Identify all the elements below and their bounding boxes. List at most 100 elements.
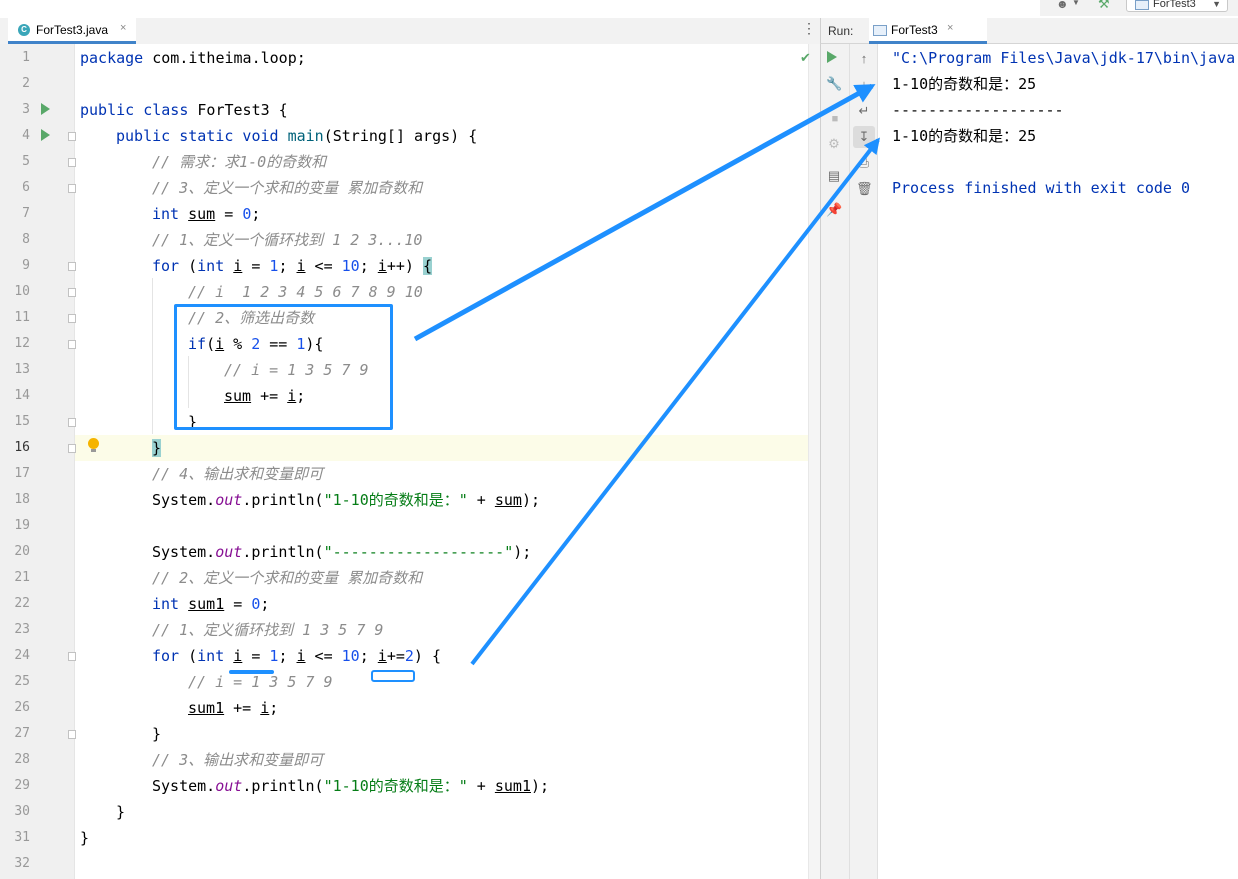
code-line-22: int sum1 = 0; [152,591,269,617]
pin-icon[interactable]: 📌 [826,202,842,218]
code-token: ; [278,647,297,665]
indent-guide [152,278,153,434]
close-icon[interactable]: × [947,22,953,34]
code-token: += [386,647,405,665]
tab-run-fortest3[interactable]: ForTest3 × [869,18,987,44]
code-token: ; [260,595,270,613]
tab-label: ForTest3.java [36,23,109,37]
chevron-down-icon: ▼ [1212,0,1221,9]
line-number: 32 [14,856,30,871]
code-token: <= [305,257,342,275]
code-line-27: } [152,725,162,743]
code-token: ( [179,647,198,665]
line-number: 11 [14,310,30,325]
code-line-7: int sum = 0; [152,201,260,227]
line-number: 5 [22,154,30,169]
rerun-icon[interactable] [827,51,837,63]
line-number: 10 [14,284,30,299]
console-line: 1-10的奇数和是：25 [892,75,1037,93]
trash-icon[interactable]: 🗑 [856,181,873,197]
fold-marker[interactable] [68,730,76,739]
user-dropdown-arrow-icon[interactable]: ▼ [1072,0,1080,7]
code-line-6: // 3、定义一个求和的变量 累加奇数和 [152,179,423,197]
fold-marker[interactable] [68,262,76,271]
code-token: main [287,127,324,145]
line-number: 21 [14,570,30,585]
code-token: sum1 [188,699,225,717]
console-line: "C:\Program Files\Java\jdk-17\bin\java. [892,49,1238,67]
code-line-23: // 1、定义循环找到 1 3 5 7 9 [152,621,384,639]
up-arrow-icon[interactable]: ↑ [856,51,872,67]
code-token: = [215,205,243,223]
code-token: 2 [404,647,414,665]
code-token: .println( [242,543,324,561]
line-number: 9 [22,258,30,273]
code-line-21: // 2、定义一个求和的变量 累加奇数和 [152,569,423,587]
code-line-30: } [116,803,126,821]
stop-icon[interactable]: ■ [827,111,843,127]
soft-wrap-icon[interactable]: ↵ [856,103,872,119]
line-number: 28 [14,752,30,767]
print-icon[interactable]: ⎙ [856,155,872,171]
line-number: 17 [14,466,30,481]
console-line: ------------------- [892,101,1064,119]
fold-marker[interactable] [68,184,76,193]
code-token: sum [188,205,216,223]
code-line-18: System.out.println("1-10的奇数和是：" + sum); [152,487,540,513]
run-label: Run: [828,24,854,38]
run-config-label: ForTest3 [1153,0,1196,10]
code-token: i [377,647,387,665]
code-token: out [215,543,243,561]
fold-marker[interactable] [68,314,76,323]
down-arrow-icon[interactable]: ↓ [856,77,872,93]
scroll-end-icon[interactable]: ↧ [856,129,872,145]
code-line-28: // 3、输出求和变量即可 [152,751,324,769]
console-output[interactable] [878,44,1238,879]
code-token: sum1 [494,777,531,795]
code-token: i [296,647,306,665]
run-gutter-icon[interactable] [41,129,50,141]
console-line: Process finished with exit code 0 [892,179,1191,197]
line-number: 4 [22,128,30,143]
annotation-box-step [371,670,415,682]
code-token: System. [152,777,216,795]
run-gutter-icon[interactable] [41,103,50,115]
wrench-icon[interactable]: 🔧 [826,76,842,92]
code-token: += [224,699,261,717]
fold-marker[interactable] [68,132,76,141]
debug-icon[interactable]: ⚙ [826,136,842,152]
code-token: ; [278,257,297,275]
fold-marker[interactable] [68,652,76,661]
run-config-selector[interactable]: ForTest3 ▼ [1126,0,1228,12]
code-line-3: public class ForTest3 { [80,97,288,123]
hammer-icon[interactable]: ⚒ [1098,0,1110,12]
fold-marker[interactable] [68,158,76,167]
line-number: 3 [22,102,30,117]
code-token: (String[] args) { [323,127,478,145]
fold-marker[interactable] [68,288,76,297]
code-token: for [152,647,180,665]
code-token: i [260,699,270,717]
code-token: + [467,777,495,795]
code-token: package [80,49,144,67]
code-token: "-------------------" [323,543,514,561]
code-token: int [152,595,180,613]
java-class-icon: C [18,24,30,36]
tab-fortest3-java[interactable]: C ForTest3.java × [8,18,136,44]
fold-marker[interactable] [68,418,76,427]
fold-marker[interactable] [68,340,76,349]
code-token: System. [152,491,216,509]
user-icon[interactable]: ☻ [1056,0,1070,11]
bulb-icon[interactable] [88,438,99,452]
more-tabs-icon[interactable]: ⋮ [802,20,816,37]
code-token: int [152,205,180,223]
close-icon[interactable]: × [120,22,126,34]
line-number: 20 [14,544,30,559]
fold-marker[interactable] [68,444,76,453]
line-number: 8 [22,232,30,247]
editor-tab-bar: C ForTest3.java × ⋮ [0,18,820,45]
layout-icon[interactable]: ▤ [826,168,842,184]
code-token: "1-10的奇数和是：" [323,491,468,509]
line-number: 16 [14,440,30,455]
code-token: out [215,491,243,509]
